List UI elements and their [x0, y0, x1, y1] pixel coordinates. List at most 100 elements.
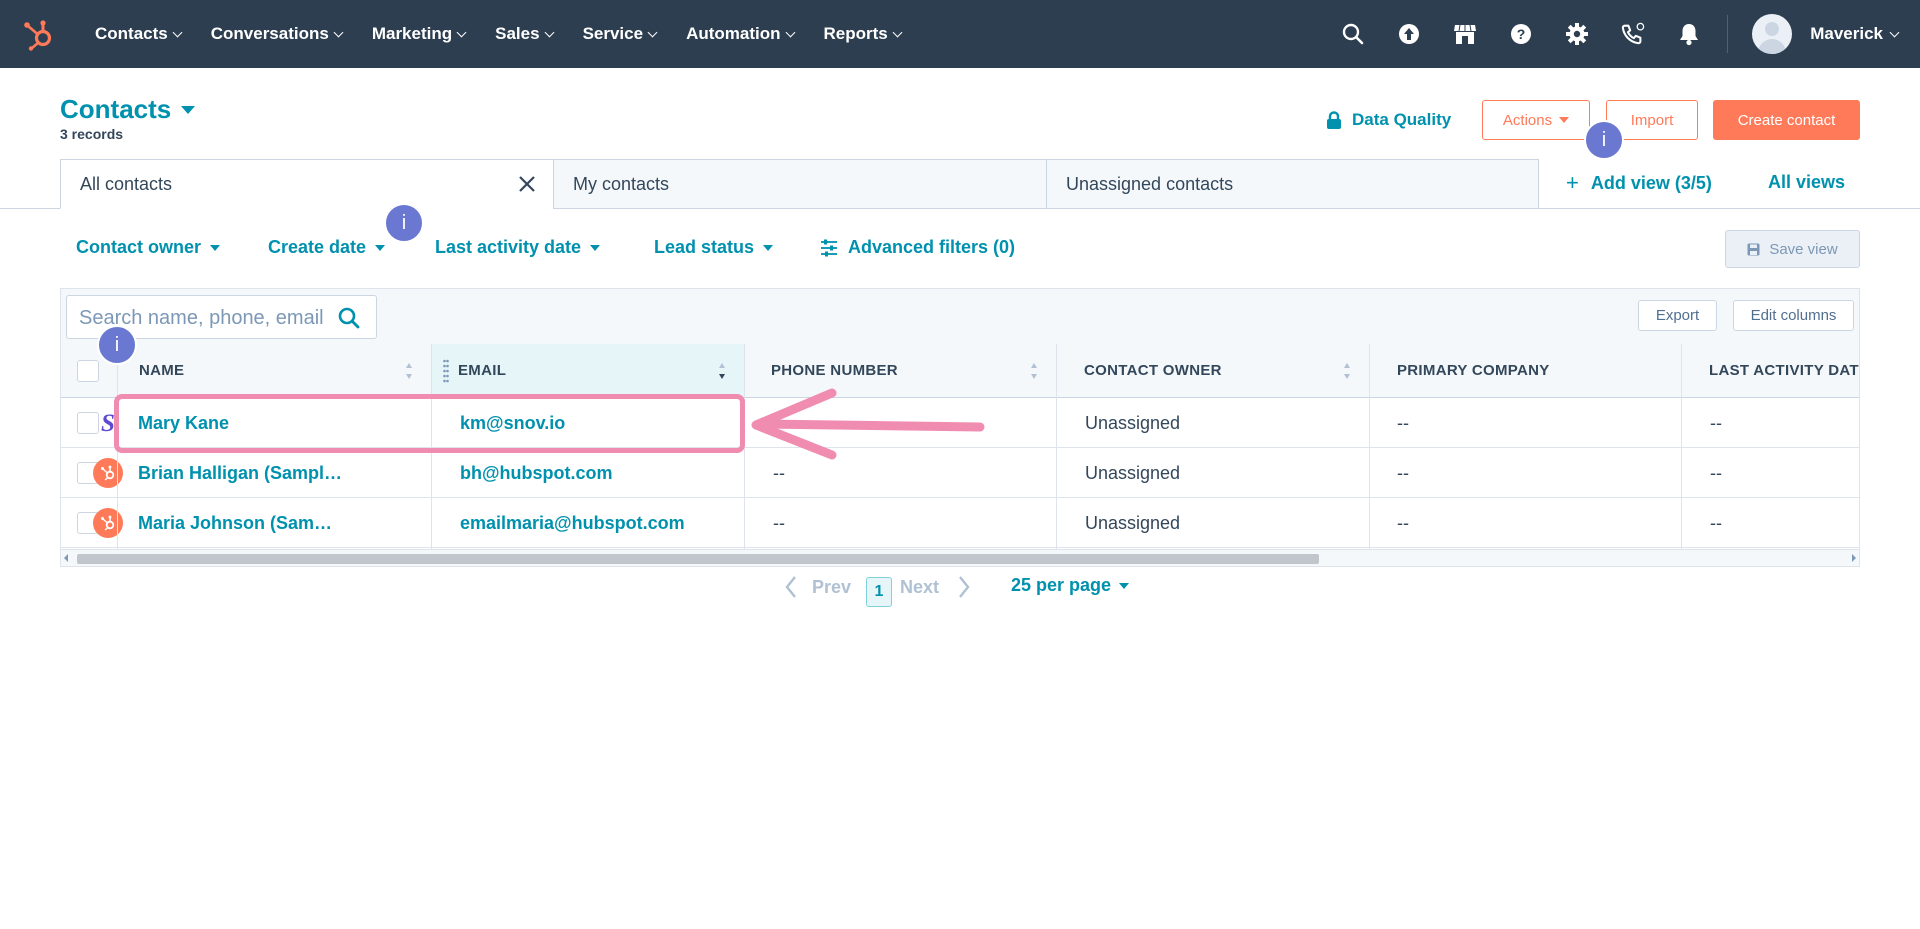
- tab-label: My contacts: [573, 173, 670, 194]
- hubspot-logo-icon[interactable]: [22, 18, 56, 52]
- select-all-checkbox[interactable]: [77, 360, 99, 382]
- column-header-label: PRIMARY COMPANY: [1397, 362, 1550, 379]
- next-page-button[interactable]: Next: [900, 575, 971, 599]
- nav-item-label: Reports: [823, 24, 888, 43]
- column-header-label: CONTACT OWNER: [1084, 362, 1222, 379]
- contact-email[interactable]: bh@hubspot.com: [460, 448, 730, 498]
- caret-down-icon: [181, 105, 196, 114]
- all-views-link[interactable]: All views: [1768, 172, 1845, 193]
- column-header-company[interactable]: PRIMARY COMPANY: [1369, 344, 1681, 398]
- caret-down-icon: [375, 244, 386, 251]
- nav-item-sales[interactable]: Sales: [495, 24, 555, 44]
- contact-email[interactable]: emailmaria@hubspot.com: [460, 498, 730, 548]
- plus-icon: +: [1566, 170, 1579, 195]
- scroll-left-icon[interactable]: [64, 554, 68, 562]
- contact-phone: --: [773, 412, 785, 433]
- hubspot-logo-icon: [93, 458, 123, 488]
- caret-down-icon: [590, 244, 601, 251]
- notifications-icon[interactable]: [1677, 22, 1701, 46]
- close-icon[interactable]: [517, 174, 537, 194]
- account-menu[interactable]: Maverick: [1810, 24, 1900, 44]
- nav-item-reports[interactable]: Reports: [823, 24, 903, 44]
- scrollbar-thumb[interactable]: [77, 554, 1319, 564]
- actions-dropdown[interactable]: Actions: [1482, 100, 1590, 140]
- contact-owner[interactable]: Unassigned: [1085, 398, 1355, 448]
- page-title[interactable]: Contacts: [60, 94, 196, 125]
- search-icon[interactable]: [1341, 22, 1365, 46]
- advanced-filters-button[interactable]: Advanced filters (0): [820, 237, 1015, 258]
- create-contact-button[interactable]: Create contact: [1713, 100, 1860, 140]
- contact-name-link[interactable]: Maria Johnson (Sample Contact): [93, 498, 413, 548]
- save-view-label: Save view: [1769, 240, 1838, 258]
- info-badge[interactable]: i: [97, 325, 137, 365]
- nav-item-label: Service: [582, 24, 644, 43]
- contact-owner[interactable]: Unassigned: [1085, 448, 1355, 498]
- column-header-last-activity[interactable]: LAST ACTIVITY DATE: [1681, 344, 1859, 398]
- contact-name: Mary Kane: [138, 412, 230, 433]
- info-badge[interactable]: i: [1584, 120, 1624, 160]
- filter-create-date[interactable]: Create date: [268, 237, 386, 258]
- contact-name-link[interactable]: S Mary Kane: [93, 398, 423, 448]
- table-row: Maria Johnson (Sample Contact) emailmari…: [61, 498, 1859, 548]
- nav-item-label: Conversations: [210, 24, 329, 43]
- edit-columns-button[interactable]: Edit columns: [1733, 300, 1854, 331]
- sort-icon[interactable]: [405, 361, 413, 381]
- chevron-down-icon: [456, 27, 467, 37]
- column-header-email[interactable]: EMAIL: [431, 344, 744, 398]
- nav-item-marketing[interactable]: Marketing: [372, 24, 467, 44]
- nav-item-conversations[interactable]: Conversations: [210, 24, 344, 44]
- calling-icon[interactable]: [1621, 22, 1645, 46]
- per-page-dropdown[interactable]: 25 per page: [1011, 575, 1130, 596]
- column-header-phone[interactable]: PHONE NUMBER: [744, 344, 1056, 398]
- last-activity-date: --: [1710, 512, 1722, 533]
- tab-my-contacts[interactable]: My contacts: [553, 159, 1047, 209]
- drag-handle-icon[interactable]: [443, 359, 449, 383]
- contact-name-link[interactable]: Brian Halligan (Sample Contact): [93, 448, 413, 498]
- table-row: Brian Halligan (Sample Contact) bh@hubsp…: [61, 448, 1859, 498]
- contact-email[interactable]: km@snov.io: [460, 398, 730, 448]
- filter-lead-status[interactable]: Lead status: [654, 237, 774, 258]
- chevron-down-icon: [172, 27, 183, 37]
- sort-icon[interactable]: [718, 361, 726, 381]
- chevron-down-icon: [647, 27, 658, 37]
- filter-contact-owner[interactable]: Contact owner: [76, 237, 221, 258]
- data-quality-label: Data Quality: [1352, 110, 1452, 129]
- column-header-label: EMAIL: [458, 362, 507, 379]
- horizontal-scrollbar[interactable]: [61, 549, 1859, 566]
- help-icon[interactable]: ?: [1509, 22, 1533, 46]
- sort-icon[interactable]: [1030, 361, 1038, 381]
- import-label: Import: [1630, 111, 1674, 129]
- nav-item-contacts[interactable]: Contacts: [95, 24, 183, 44]
- data-quality-button[interactable]: Data Quality: [1326, 110, 1451, 130]
- add-view-button[interactable]: + Add view (3/5): [1566, 170, 1712, 196]
- settings-icon[interactable]: [1565, 22, 1589, 46]
- upgrade-icon[interactable]: [1397, 22, 1421, 46]
- user-name: Maverick: [1810, 24, 1883, 43]
- sort-icon[interactable]: [1343, 361, 1351, 381]
- prev-page-button[interactable]: Prev: [784, 575, 851, 599]
- column-header-label: LAST ACTIVITY DATE: [1709, 362, 1859, 379]
- scroll-right-icon[interactable]: [1852, 554, 1856, 562]
- info-badge[interactable]: i: [384, 203, 424, 243]
- current-page[interactable]: 1: [866, 577, 892, 607]
- avatar[interactable]: [1752, 14, 1793, 54]
- caret-down-icon: [1119, 582, 1130, 589]
- tab-all-contacts[interactable]: All contacts: [60, 159, 554, 209]
- filter-label: Lead status: [654, 237, 755, 257]
- tab-unassigned-contacts[interactable]: Unassigned contacts: [1046, 159, 1539, 209]
- marketplace-icon[interactable]: [1453, 22, 1477, 46]
- column-header-label: PHONE NUMBER: [771, 362, 898, 379]
- save-icon: [1747, 243, 1760, 255]
- nav-item-automation[interactable]: Automation: [686, 24, 795, 44]
- nav-item-service[interactable]: Service: [582, 24, 658, 44]
- filter-last-activity-date[interactable]: Last activity date: [435, 237, 601, 258]
- contact-owner[interactable]: Unassigned: [1085, 498, 1355, 548]
- hubspot-logo-icon: [93, 508, 123, 538]
- chevron-down-icon: [1889, 27, 1900, 37]
- save-view-button[interactable]: Save view: [1725, 230, 1860, 268]
- contact-name: Maria Johnson (Sample Contact): [138, 512, 343, 533]
- column-header-owner[interactable]: CONTACT OWNER: [1056, 344, 1369, 398]
- search-icon[interactable]: [338, 307, 360, 329]
- export-button[interactable]: Export: [1638, 300, 1717, 331]
- column-header-label: NAME: [139, 362, 185, 379]
